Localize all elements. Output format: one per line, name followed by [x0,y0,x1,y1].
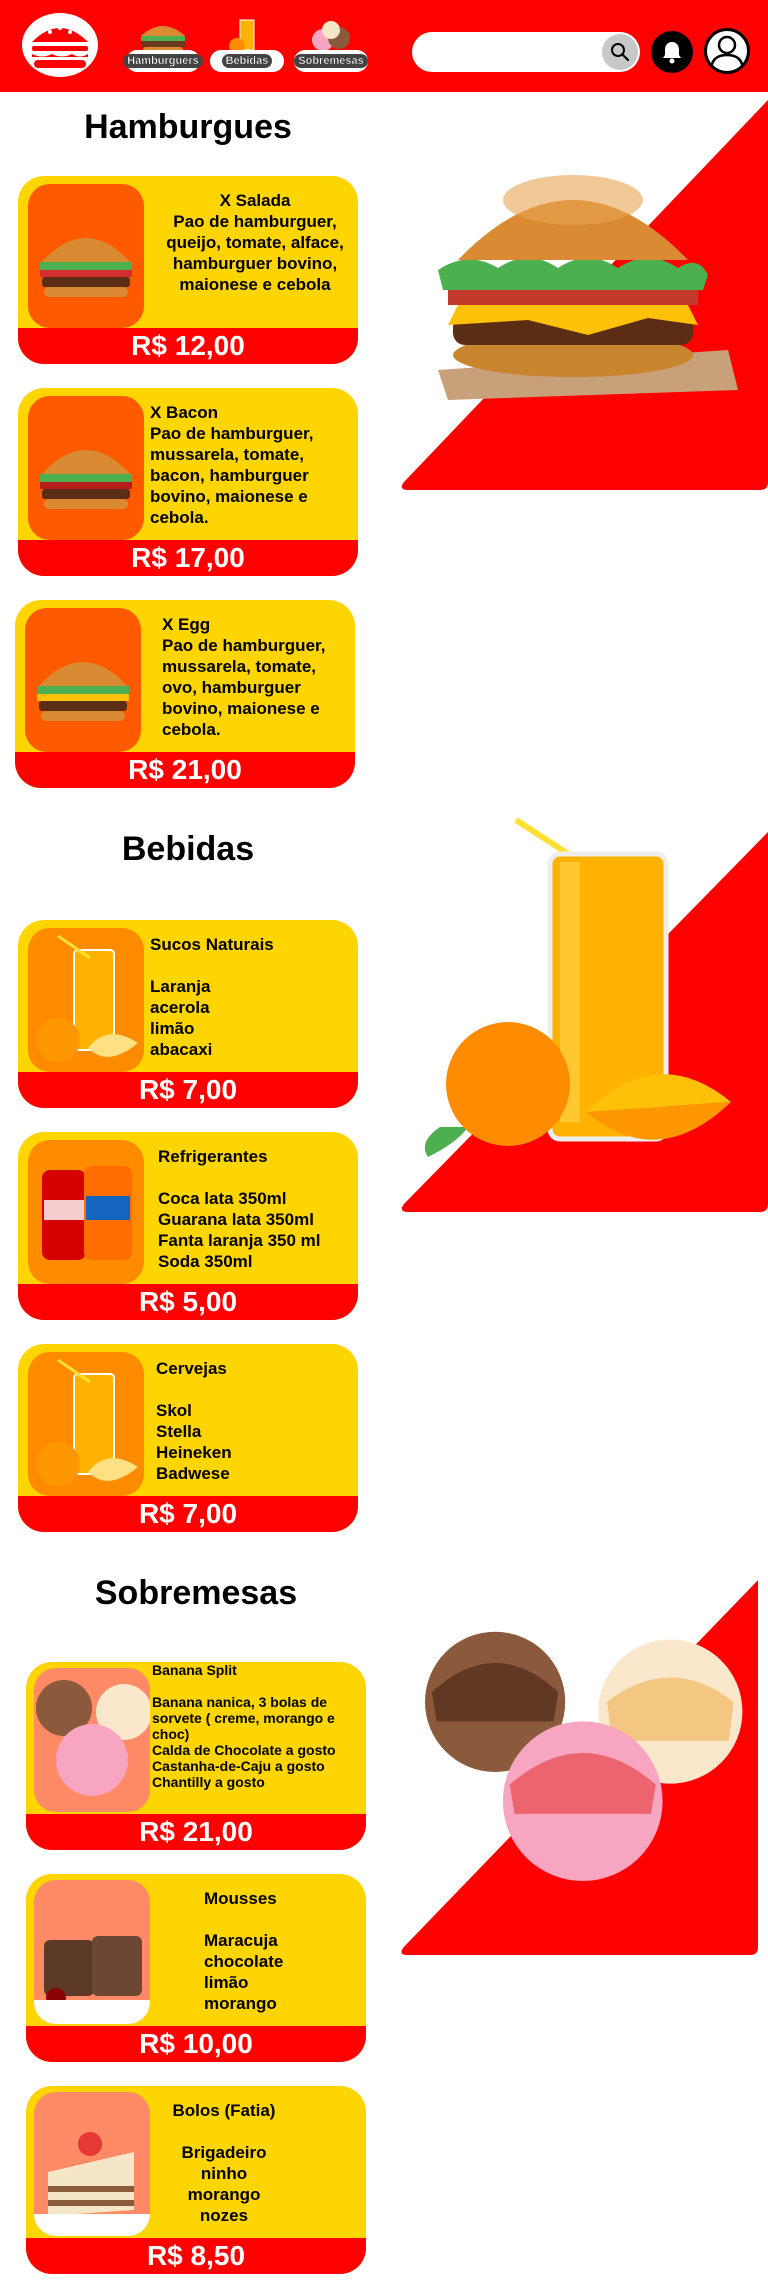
top-navbar: Hamburguers Bebidas Sobremesas [0,0,768,92]
juice-hero-image [401,817,768,1212]
burger-image [28,396,144,540]
item-description: Maracuja chocolate limão morango [204,1931,284,2013]
user-icon [709,35,745,71]
item-name: Refrigerantes [158,1147,268,1166]
item-price: R$ 17,00 [131,542,245,573]
item-price: R$ 21,00 [139,1816,253,1847]
item-price: R$ 7,00 [138,1498,238,1529]
category-sobremesas[interactable]: Sobremesas [294,16,368,72]
notifications-button[interactable] [651,31,693,73]
menu-card[interactable]: Sucos Naturais Laranja acerola limão aba… [18,920,358,1108]
menu-card[interactable]: X Egg Pao de hamburguer, mussarela, toma… [15,600,355,788]
item-description: Banana nanica, 3 bolas de sorvete ( crem… [152,1694,336,1790]
item-description: Pao de hamburguer, mussarela, tomate, ba… [150,424,314,527]
burger-image [25,608,141,752]
category-bebidas[interactable]: Bebidas [210,16,284,72]
mousse-image [34,1880,150,2024]
menu-card[interactable]: X Bacon Pao de hamburguer, mussarela, to… [18,388,358,576]
menu-card[interactable]: Mousses Maracuja chocolate limão morango… [26,1874,366,2062]
category-label: Hamburguers [123,54,203,68]
section-title-desserts: Sobremesas [94,1574,298,1612]
burger-hero-image [401,100,768,490]
item-description: Laranja acerola limão abacaxi [150,977,213,1059]
item-description: Brigadeiro ninho morango nozes [181,2143,267,2225]
cake-image [34,2092,150,2236]
category-hamburguers[interactable]: Hamburguers [123,16,203,72]
soda-image [28,1140,144,1284]
menu-card[interactable]: Refrigerantes Coca lata 350ml Guarana la… [18,1132,358,1320]
item-name: X Bacon [150,403,219,422]
beer-image [28,1352,144,1496]
menu-card[interactable]: Cervejas Skol Stella Heineken Badwese R$… [18,1344,358,1532]
section-title-drinks: Bebidas [121,830,255,868]
menu-card[interactable]: Banana Split Banana nanica, 3 bolas de s… [26,1662,366,1850]
juice-image [28,928,144,1072]
item-name: X Egg [162,615,211,634]
item-description: Skol Stella Heineken Badwese [156,1401,232,1483]
search-button[interactable] [602,34,638,70]
section-title-burgers: Hamburgues [84,108,292,146]
item-name: Cervejas [156,1359,227,1378]
item-description: Coca lata 350ml Guarana lata 350ml Fanta… [158,1189,321,1271]
item-name: Sucos Naturais [150,935,274,954]
item-price: R$ 12,00 [131,330,245,361]
menu-card[interactable]: X Salada Pao de hamburguer, queijo, toma… [18,176,358,364]
item-description: Pao de hamburguer, queijo, tomate, alfac… [166,212,344,294]
item-price: R$ 10,00 [139,2028,253,2059]
user-profile-button[interactable] [704,28,750,74]
search-bar[interactable] [412,32,640,72]
item-name: X Salada [219,191,291,210]
item-price: R$ 8,50 [146,2240,246,2271]
bell-icon [663,42,681,64]
menu-card[interactable]: Bolos (Fatia) Brigadeiro ninho morango n… [26,2086,366,2274]
item-price: R$ 5,00 [138,1286,238,1317]
item-name: Bolos (Fatia) [172,2101,276,2120]
category-label: Sobremesas [294,54,368,68]
category-label: Bebidas [221,54,273,68]
banana-split-image [34,1668,150,1812]
icecream-hero-image [401,1580,758,1955]
burger-image [28,184,144,328]
item-description: Pao de hamburguer, mussarela, tomate, ov… [162,636,326,739]
item-price: R$ 21,00 [128,754,242,785]
item-name: Mousses [204,1889,277,1908]
search-icon [611,43,630,62]
item-price: R$ 7,00 [138,1074,238,1105]
burger-logo-icon[interactable] [20,12,100,78]
item-name: Banana Split [152,1662,237,1678]
